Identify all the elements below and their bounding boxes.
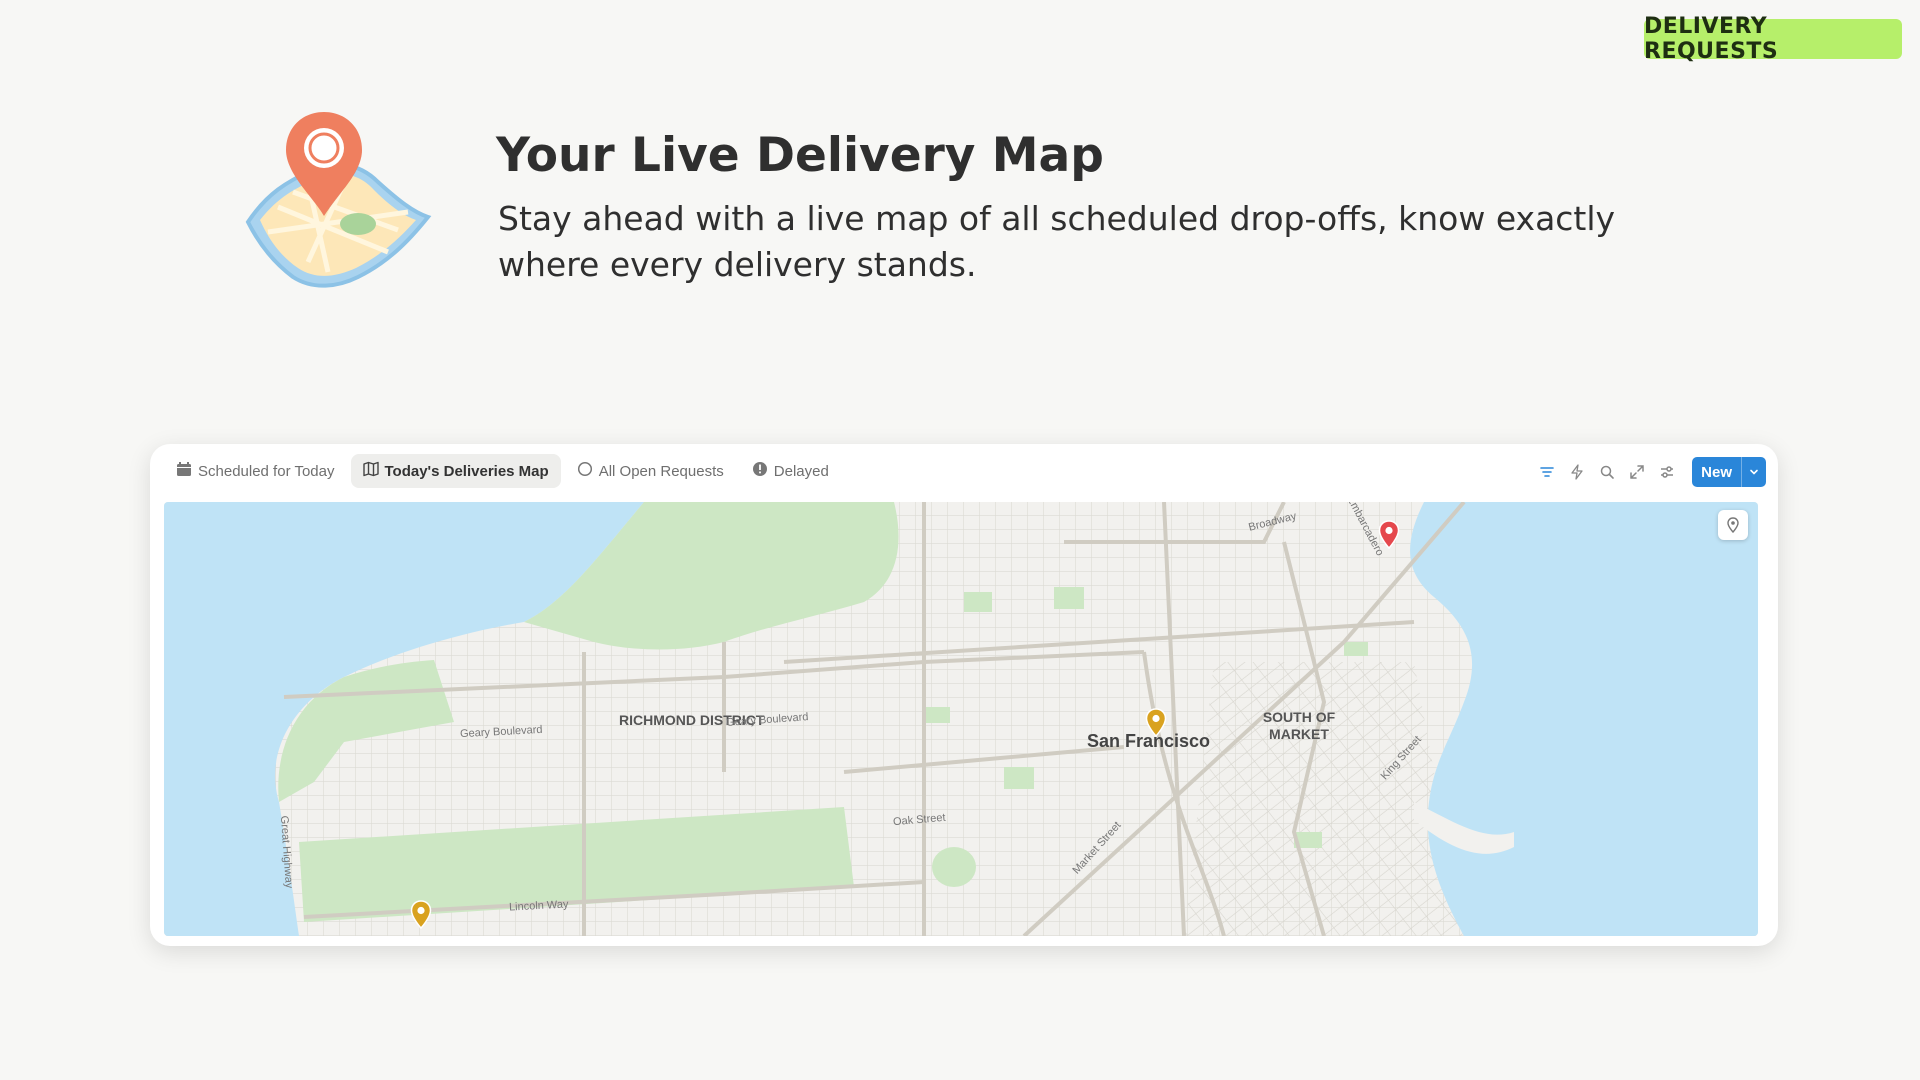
location-icon (1727, 517, 1739, 533)
new-button-label: New (1701, 463, 1732, 481)
map-view-card: Scheduled for Today Today's Deliveries M… (150, 444, 1778, 946)
filter-icon[interactable] (1538, 463, 1556, 481)
view-tabs: Scheduled for Today Today's Deliveries M… (164, 452, 841, 490)
alert-icon (752, 461, 768, 481)
map-pin-icon (238, 112, 438, 292)
expand-icon[interactable] (1628, 463, 1646, 481)
deliveries-map[interactable]: RICHMOND DISTRICT SOUTH OF MARKET San Fr… (164, 502, 1758, 936)
tab-all-open-requests[interactable]: All Open Requests (565, 454, 736, 488)
tab-label: Today's Deliveries Map (384, 462, 549, 480)
settings-icon[interactable] (1658, 463, 1676, 481)
delivery-pin[interactable] (1145, 708, 1167, 738)
view-toolbar: New (1538, 457, 1766, 487)
page-subtitle: Stay ahead with a live map of all schedu… (498, 199, 1616, 284)
chevron-down-icon[interactable] (1741, 457, 1766, 487)
tab-label: All Open Requests (598, 462, 724, 480)
page-title: Your Live Delivery Map (496, 128, 1104, 183)
delivery-requests-badge: DELIVERY REQUESTS (1644, 14, 1902, 64)
calendar-icon (176, 461, 192, 481)
delivery-pin[interactable] (410, 900, 432, 930)
map-locate-button[interactable] (1718, 510, 1748, 540)
tab-delayed[interactable]: Delayed (740, 454, 841, 488)
delivery-pin-shape (1145, 708, 1167, 738)
map-base (164, 502, 1758, 936)
new-button[interactable]: New (1692, 457, 1766, 487)
tab-todays-deliveries-map[interactable]: Today's Deliveries Map (350, 454, 561, 488)
tab-scheduled-for-today[interactable]: Scheduled for Today (164, 454, 347, 488)
map-icon (362, 461, 379, 481)
delivery-pin-shape (1378, 520, 1400, 550)
circle-icon (577, 461, 593, 481)
tab-label: Delayed (773, 462, 829, 480)
delivery-pin-shape (410, 900, 432, 930)
search-icon[interactable] (1598, 463, 1616, 481)
lightning-icon[interactable] (1568, 463, 1586, 481)
delivery-pin[interactable] (1378, 520, 1400, 550)
map-label-south-of-market: SOUTH OF MARKET (1262, 709, 1336, 742)
tab-label: Scheduled for Today (198, 462, 335, 480)
